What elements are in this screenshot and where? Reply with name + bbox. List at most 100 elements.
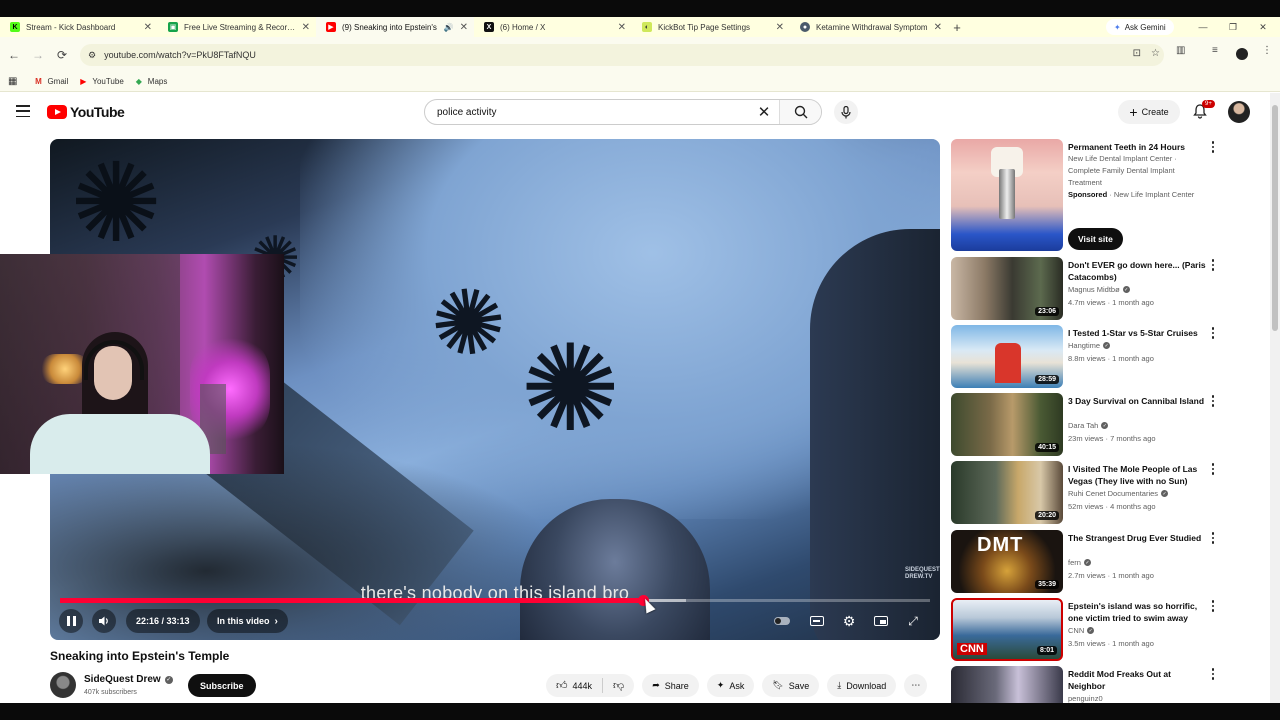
related-video-card[interactable]: 40:15 3 Day Survival on Cannibal Island … bbox=[951, 393, 1221, 457]
save-button[interactable]: 🔖︎ Save bbox=[762, 674, 820, 697]
video-thumbnail[interactable]: 20:20 bbox=[951, 461, 1063, 524]
bookmark-youtube[interactable]: ▶ YouTube bbox=[78, 77, 124, 87]
close-tab-icon[interactable]: ✕ bbox=[144, 22, 152, 33]
back-button[interactable]: ← bbox=[2, 43, 26, 67]
related-video-card[interactable]: CNN 8:01 Epstein's island was so horrifi… bbox=[951, 598, 1221, 662]
new-tab-button[interactable]: + bbox=[948, 20, 966, 35]
bookmark-maps[interactable]: ◆ Maps bbox=[134, 77, 168, 87]
profile-avatar-icon[interactable] bbox=[1236, 48, 1248, 60]
channel-name[interactable]: fern ✓ bbox=[1068, 558, 1091, 567]
more-options-icon[interactable] bbox=[1209, 463, 1217, 475]
scrollbar-thumb[interactable] bbox=[1272, 105, 1278, 331]
settings-button[interactable]: ⚙ bbox=[839, 609, 859, 633]
autoplay-toggle[interactable] bbox=[772, 609, 792, 633]
browser-tab-5[interactable]: ● Ketamine Withdrawal Symptom ✕ bbox=[790, 17, 948, 37]
channel-name[interactable]: penguinz0 bbox=[1068, 694, 1103, 703]
pause-button[interactable] bbox=[59, 609, 83, 633]
video-title[interactable]: I Tested 1-Star vs 5-Star Cruises bbox=[1068, 327, 1206, 339]
like-button[interactable]: 👍︎ 444k bbox=[546, 674, 602, 697]
media-controls-icon[interactable]: ≡ bbox=[1212, 45, 1218, 56]
video-title[interactable]: Reddit Mod Freaks Out at Neighbor bbox=[1068, 668, 1206, 692]
video-thumbnail[interactable]: CNN 8:01 bbox=[951, 598, 1063, 661]
volume-button[interactable] bbox=[92, 609, 116, 633]
progress-bar[interactable] bbox=[60, 595, 930, 606]
sidepanel-icon[interactable]: ▥ bbox=[1176, 45, 1185, 56]
voice-search-button[interactable] bbox=[834, 100, 858, 124]
forward-button[interactable]: → bbox=[26, 43, 50, 67]
browser-tab-2-active[interactable]: ▶ (9) Sneaking into Epstein's 🔊 ✕ bbox=[316, 17, 474, 37]
create-button[interactable]: + Create bbox=[1118, 100, 1180, 124]
video-thumbnail[interactable]: 28:59 bbox=[951, 325, 1063, 388]
more-options-icon[interactable] bbox=[1209, 259, 1217, 271]
apps-grid-icon[interactable]: ▦ bbox=[8, 76, 17, 87]
channel-avatar[interactable] bbox=[50, 672, 76, 698]
channel-name-link[interactable]: SideQuest Drew ✓ bbox=[84, 674, 173, 685]
video-thumbnail[interactable]: DMT 35:39 bbox=[951, 530, 1063, 593]
address-bar[interactable]: ⚙ youtube.com/watch?v=PkU8FTafNQU ⊡ ☆ bbox=[80, 44, 1164, 66]
captions-button[interactable] bbox=[807, 609, 827, 633]
more-options-icon[interactable] bbox=[1209, 668, 1217, 680]
dislike-button[interactable]: 👎︎ bbox=[603, 674, 634, 697]
close-tab-icon[interactable]: ✕ bbox=[460, 22, 468, 33]
install-app-icon[interactable]: ⊡ bbox=[1133, 48, 1141, 59]
more-options-icon[interactable] bbox=[1209, 327, 1217, 339]
close-tab-icon[interactable]: ✕ bbox=[302, 22, 310, 33]
miniplayer-button[interactable] bbox=[871, 609, 891, 633]
page-scrollbar[interactable] bbox=[1270, 93, 1280, 703]
close-tab-icon[interactable]: ✕ bbox=[618, 22, 626, 33]
video-title[interactable]: Don't EVER go down here... (Paris Cataco… bbox=[1068, 259, 1206, 283]
video-title[interactable]: 3 Day Survival on Cannibal Island bbox=[1068, 395, 1206, 407]
site-info-icon[interactable]: ⚙ bbox=[88, 50, 96, 61]
close-tab-icon[interactable]: ✕ bbox=[776, 22, 784, 33]
reload-button[interactable]: ⟳ bbox=[50, 43, 74, 67]
channel-name[interactable]: Hangtime ✓ bbox=[1068, 341, 1111, 350]
more-options-icon[interactable] bbox=[1209, 141, 1217, 153]
account-avatar[interactable] bbox=[1228, 101, 1250, 123]
video-title[interactable]: Epstein's island was so horrific, one vi… bbox=[1068, 600, 1206, 624]
search-box[interactable]: police activity ✕ bbox=[424, 99, 822, 125]
search-button[interactable] bbox=[779, 100, 821, 124]
sponsored-ad-card[interactable]: Permanent Teeth in 24 Hours New Life Den… bbox=[951, 139, 1221, 251]
channel-name[interactable]: Ruhi Cenet Documentaries ✓ bbox=[1068, 489, 1169, 498]
visit-site-button[interactable]: Visit site bbox=[1068, 228, 1123, 250]
fullscreen-button[interactable]: ⤢ bbox=[903, 609, 923, 633]
ad-title[interactable]: Permanent Teeth in 24 Hours bbox=[1068, 141, 1206, 153]
download-button[interactable]: ⤓ Download bbox=[827, 674, 897, 697]
clear-search-icon[interactable]: ✕ bbox=[749, 103, 779, 121]
in-this-video-button[interactable]: In this video › bbox=[207, 609, 288, 633]
related-video-card[interactable]: 23:06 Don't EVER go down here... (Paris … bbox=[951, 257, 1221, 321]
bookmark-gmail[interactable]: M Gmail bbox=[33, 77, 68, 87]
bookmark-star-icon[interactable]: ☆ bbox=[1151, 48, 1160, 59]
browser-tab-4[interactable]: ◐ KickBot Tip Page Settings ✕ bbox=[632, 17, 790, 37]
menu-icon[interactable] bbox=[16, 105, 30, 117]
related-video-card[interactable]: DMT 35:39 The Strangest Drug Ever Studie… bbox=[951, 530, 1221, 594]
channel-name[interactable]: Dara Tah ✓ bbox=[1068, 421, 1109, 430]
channel-name[interactable]: Magnus Midtbø ✓ bbox=[1068, 285, 1130, 294]
channel-name[interactable]: CNN ✓ bbox=[1068, 626, 1095, 635]
ask-button[interactable]: ✦ Ask bbox=[706, 674, 755, 697]
ask-gemini-button[interactable]: ✦ Ask Gemini bbox=[1106, 19, 1174, 35]
browser-tab-3[interactable]: X (6) Home / X ✕ bbox=[474, 17, 632, 37]
speaker-icon[interactable]: 🔊 bbox=[444, 23, 454, 32]
subscribe-button[interactable]: Subscribe bbox=[188, 674, 256, 697]
browser-tab-0[interactable]: K Stream - Kick Dashboard ✕ bbox=[0, 17, 158, 37]
search-input[interactable]: police activity bbox=[425, 107, 749, 118]
related-video-card[interactable]: 20:20 I Visited The Mole People of Las V… bbox=[951, 461, 1221, 525]
related-video-card[interactable]: 28:59 I Tested 1-Star vs 5-Star Cruises … bbox=[951, 325, 1221, 389]
video-title[interactable]: I Visited The Mole People of Las Vegas (… bbox=[1068, 463, 1206, 487]
video-thumbnail[interactable]: 23:06 bbox=[951, 257, 1063, 320]
more-options-icon[interactable] bbox=[1209, 532, 1217, 544]
video-thumbnail[interactable]: 40:15 bbox=[951, 393, 1063, 456]
browser-tab-1[interactable]: ▣ Free Live Streaming & Recordin ✕ bbox=[158, 17, 316, 37]
more-actions-button[interactable]: ⋯ bbox=[904, 674, 928, 697]
restore-window-button[interactable]: ❐ bbox=[1218, 17, 1248, 37]
ad-thumbnail[interactable] bbox=[951, 139, 1063, 251]
youtube-logo[interactable]: YouTube bbox=[47, 104, 125, 120]
share-button[interactable]: ➦ Share bbox=[642, 674, 699, 697]
browser-menu-icon[interactable]: ⋮ bbox=[1262, 45, 1272, 56]
minimize-window-button[interactable]: — bbox=[1188, 17, 1218, 37]
close-window-button[interactable]: ✕ bbox=[1248, 17, 1278, 37]
video-title[interactable]: The Strangest Drug Ever Studied bbox=[1068, 532, 1206, 544]
notifications-button[interactable]: 9+ bbox=[1192, 100, 1215, 121]
more-options-icon[interactable] bbox=[1209, 395, 1217, 407]
